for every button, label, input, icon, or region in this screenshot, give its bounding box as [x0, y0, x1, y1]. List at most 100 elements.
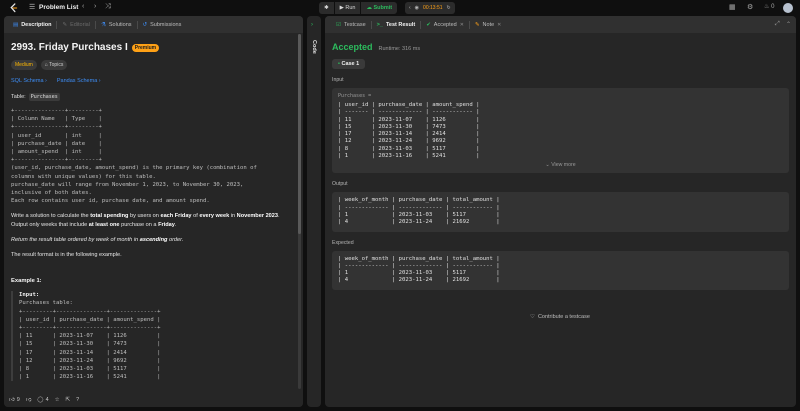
favorite-button[interactable]: ☆ — [55, 397, 60, 403]
run-button[interactable]: ▶ Run — [334, 2, 361, 14]
help-button[interactable]: ? — [76, 397, 79, 403]
tag-icon: ⌂ — [44, 62, 48, 68]
fire-icon: ♨ — [764, 4, 770, 10]
output-label: Output — [332, 181, 348, 188]
share-button[interactable]: ⇱ — [66, 397, 71, 403]
history-icon: ↺ — [142, 21, 148, 28]
contribute-testcase-link[interactable]: ♡ Contribute a testcase — [530, 314, 590, 320]
collapse-icon[interactable]: ⌃ — [786, 21, 791, 28]
chevron-down-icon: ⌄ — [545, 162, 550, 169]
prev-problem-icon[interactable]: ‹ — [82, 3, 84, 10]
schema-links: SQL Schema › Pandas Schema › — [11, 78, 296, 84]
left-tab-bar: ▤ Description ✎ Editorial ⚗ Solutions ↺ … — [4, 16, 303, 33]
comments-button[interactable]: ◯ 4 — [37, 397, 48, 403]
problem-list-link[interactable]: Problem List — [39, 4, 78, 11]
layout-icon[interactable]: ▦ — [729, 3, 736, 11]
difficulty-badge: Medium — [11, 60, 37, 70]
description-footer: 👍︎ 9 👎︎ ◯ 4 ☆ ⇱ ? — [4, 393, 303, 407]
settings-gear-icon[interactable]: ⚙ — [747, 3, 753, 11]
pandas-schema-link[interactable]: Pandas Schema › — [57, 78, 101, 84]
right-tab-bar: ☑ Testcase >_ Test Result ✔ Accepted ✕ ✎… — [325, 16, 796, 33]
chevron-right-icon: › — [98, 78, 101, 84]
result-panel: ☑ Testcase >_ Test Result ✔ Accepted ✕ ✎… — [325, 16, 796, 407]
checkbox-icon: ☑ — [336, 21, 341, 28]
like-button[interactable]: 👍︎ 9 — [9, 397, 20, 403]
input-caption: Purchases = — [338, 93, 372, 99]
thumbs-down-icon: 👎︎ — [25, 397, 32, 403]
problem-statement: Write a solution to calculate the total … — [11, 213, 280, 228]
description-scrollbar[interactable] — [298, 34, 301, 389]
code-panel-collapsed[interactable]: › Code — [307, 16, 321, 407]
code-icon: › — [311, 22, 313, 28]
tab-testcase[interactable]: ☑ Testcase — [331, 16, 371, 33]
topics-chip[interactable]: ⌂ Topics — [40, 60, 68, 70]
close-tab-icon[interactable]: ✕ — [497, 22, 501, 28]
run-submit-group: ✱ ▶ Run ☁ Submit — [319, 2, 398, 14]
schema-block: +---------------+---------+ | Column Nam… — [11, 108, 257, 205]
leetcode-logo-icon[interactable] — [9, 3, 18, 13]
problem-title-row: 2993. Friday Purchases I Premium — [11, 42, 296, 53]
shuffle-icon[interactable]: ⤨ — [105, 3, 111, 11]
accepted-status: Accepted — [332, 42, 373, 52]
example-title: Example 1: — [11, 278, 42, 285]
description-content: 2993. Friday Purchases I Premium Medium … — [4, 33, 303, 393]
dislike-button[interactable]: 👎︎ — [26, 397, 32, 403]
description-icon: ▤ — [13, 21, 19, 28]
submit-button[interactable]: ☁ Submit — [361, 2, 398, 14]
bug-icon: ✱ — [324, 5, 329, 11]
view-more-button[interactable]: ⌄ View more — [338, 162, 783, 168]
play-icon: ▶ — [339, 5, 344, 11]
input-box: Purchases = | user_id | purchase_date | … — [332, 88, 789, 174]
timer-pause-icon[interactable]: ◉ — [415, 5, 419, 11]
example-input-label: Input: — [19, 292, 40, 299]
timer-value: 00:13:51 — [423, 5, 443, 11]
expected-table: | week_of_month | purchase_date | total_… — [338, 255, 500, 284]
output-box: | week_of_month | purchase_date | total_… — [332, 192, 789, 232]
next-problem-icon[interactable]: › — [94, 3, 96, 10]
editorial-icon: ✎ — [62, 21, 68, 28]
timer-collapse-icon[interactable]: ‹ — [409, 5, 411, 11]
case-1-tab[interactable]: • Case 1 — [332, 59, 366, 69]
tab-accepted[interactable]: ✔ Accepted ✕ — [421, 16, 469, 33]
close-tab-icon[interactable]: ✕ — [460, 22, 464, 28]
comment-icon: ◯ — [37, 397, 44, 403]
tab-note[interactable]: ✎ Note ✕ — [470, 16, 506, 33]
example-input-table: Purchases table: +---------+------------… — [19, 300, 161, 381]
table-intro: Table: Purchases — [11, 93, 60, 101]
result-status-row: Accepted Runtime: 316 ms — [332, 42, 789, 52]
problem-list-icon[interactable]: ☰ — [29, 3, 35, 11]
chevron-right-icon: › — [45, 78, 47, 84]
expected-box: | week_of_month | purchase_date | total_… — [332, 250, 789, 290]
tab-description[interactable]: ▤ Description — [8, 16, 56, 33]
streak-counter[interactable]: ♨ 0 — [764, 3, 774, 10]
input-table: | user_id | purchase_date | amount_spend… — [338, 102, 480, 160]
star-icon: ☆ — [54, 397, 60, 403]
check-circle-icon: ✔ — [426, 21, 431, 28]
maximize-icon[interactable]: ⤢ — [775, 21, 780, 28]
upload-icon: ☁ — [366, 5, 372, 11]
timer-reset-icon[interactable]: ↻ — [447, 5, 451, 11]
example-block: Input: Purchases table: +---------+-----… — [11, 291, 296, 382]
avatar[interactable] — [783, 3, 793, 13]
table-name-code: Purchases — [28, 93, 60, 101]
tab-editorial[interactable]: ✎ Editorial — [57, 16, 94, 33]
premium-badge: Premium — [131, 43, 160, 52]
description-panel: ▤ Description ✎ Editorial ⚗ Solutions ↺ … — [4, 16, 303, 407]
code-panel-label: Code — [311, 40, 317, 54]
flask-icon: ⚗ — [100, 21, 106, 28]
expected-label: Expected — [332, 239, 354, 246]
tab-submissions[interactable]: ↺ Submissions — [138, 16, 187, 33]
test-result-content: Accepted Runtime: 316 ms • Case 1 Input … — [325, 33, 796, 290]
problem-title: 2993. Friday Purchases I — [11, 42, 128, 53]
top-navbar: ☰ Problem List ‹ › ⤨ ✱ ▶ Run ☁ Submit ‹ … — [0, 0, 800, 16]
tab-solutions[interactable]: ⚗ Solutions — [96, 16, 137, 33]
question-icon: ? — [76, 397, 80, 403]
sql-schema-link[interactable]: SQL Schema › — [11, 78, 47, 84]
input-label: Input — [332, 77, 344, 83]
timer[interactable]: ‹ ◉ 00:13:51 ↻ — [405, 2, 455, 14]
note-icon: ✎ — [474, 21, 480, 28]
ordering-note: Return the result table ordered by week … — [11, 236, 184, 243]
debug-button[interactable]: ✱ — [319, 2, 334, 14]
share-icon: ⇱ — [65, 397, 71, 403]
tab-test-result[interactable]: >_ Test Result — [372, 16, 421, 33]
